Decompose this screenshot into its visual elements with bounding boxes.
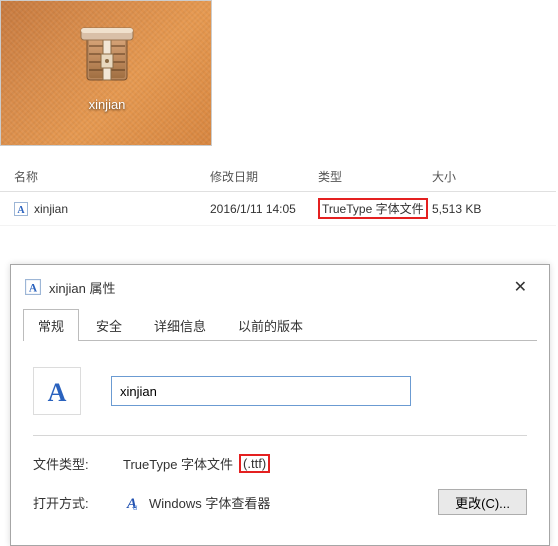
openwith-label: 打开方式: (33, 493, 123, 512)
tab-security[interactable]: 安全 (81, 309, 137, 341)
tab-general[interactable]: 常规 (23, 309, 79, 341)
dialog-title: xinjian 属性 (49, 278, 115, 297)
tab-previous-versions[interactable]: 以前的版本 (223, 309, 318, 341)
font-viewer-icon: A a (123, 492, 143, 512)
file-size: 5,513 KB (432, 202, 522, 216)
font-file-icon: A (25, 279, 41, 295)
file-name: xinjian (34, 202, 68, 216)
desktop-icon-label: xinjian (67, 97, 147, 112)
file-list: 名称 修改日期 类型 大小 A xinjian 2016/1/11 14:05 … (0, 162, 556, 226)
close-button[interactable]: ✕ (506, 275, 535, 299)
openwith-value: Windows 字体查看器 (149, 493, 270, 512)
svg-text:a: a (133, 502, 138, 512)
col-header-size[interactable]: 大小 (432, 168, 522, 185)
desktop-archive-icon[interactable]: xinjian (67, 26, 147, 112)
file-type-highlight: TrueType 字体文件 (318, 198, 428, 219)
file-list-header: 名称 修改日期 类型 大小 (0, 162, 556, 192)
filetype-label: 文件类型: (33, 454, 123, 473)
col-header-date[interactable]: 修改日期 (210, 168, 318, 185)
font-file-icon: A (14, 202, 28, 216)
dialog-tabs: 常规 安全 详细信息 以前的版本 (23, 309, 537, 341)
dialog-titlebar: A xinjian 属性 ✕ (11, 265, 549, 309)
change-button[interactable]: 更改(C)... (438, 489, 527, 515)
svg-text:A: A (17, 205, 25, 216)
desktop-area: xinjian (0, 0, 212, 146)
col-header-type[interactable]: 类型 (318, 168, 432, 185)
filename-input[interactable] (111, 376, 411, 406)
tab-details[interactable]: 详细信息 (139, 309, 221, 341)
divider (33, 435, 527, 436)
file-date: 2016/1/11 14:05 (210, 202, 318, 216)
properties-dialog: A xinjian 属性 ✕ 常规 安全 详细信息 以前的版本 A (10, 264, 550, 546)
file-type: TrueType 字体文件 (322, 202, 424, 216)
filetype-ext-highlight: (.ttf) (239, 454, 270, 473)
col-header-name[interactable]: 名称 (0, 168, 210, 185)
svg-text:A: A (48, 378, 67, 407)
filetype-value: TrueType 字体文件 (.ttf) (123, 454, 270, 473)
svg-text:A: A (29, 283, 38, 295)
rar-archive-icon (75, 26, 139, 90)
file-row[interactable]: A xinjian 2016/1/11 14:05 TrueType 字体文件 … (0, 192, 556, 226)
file-type-icon: A (33, 367, 81, 415)
